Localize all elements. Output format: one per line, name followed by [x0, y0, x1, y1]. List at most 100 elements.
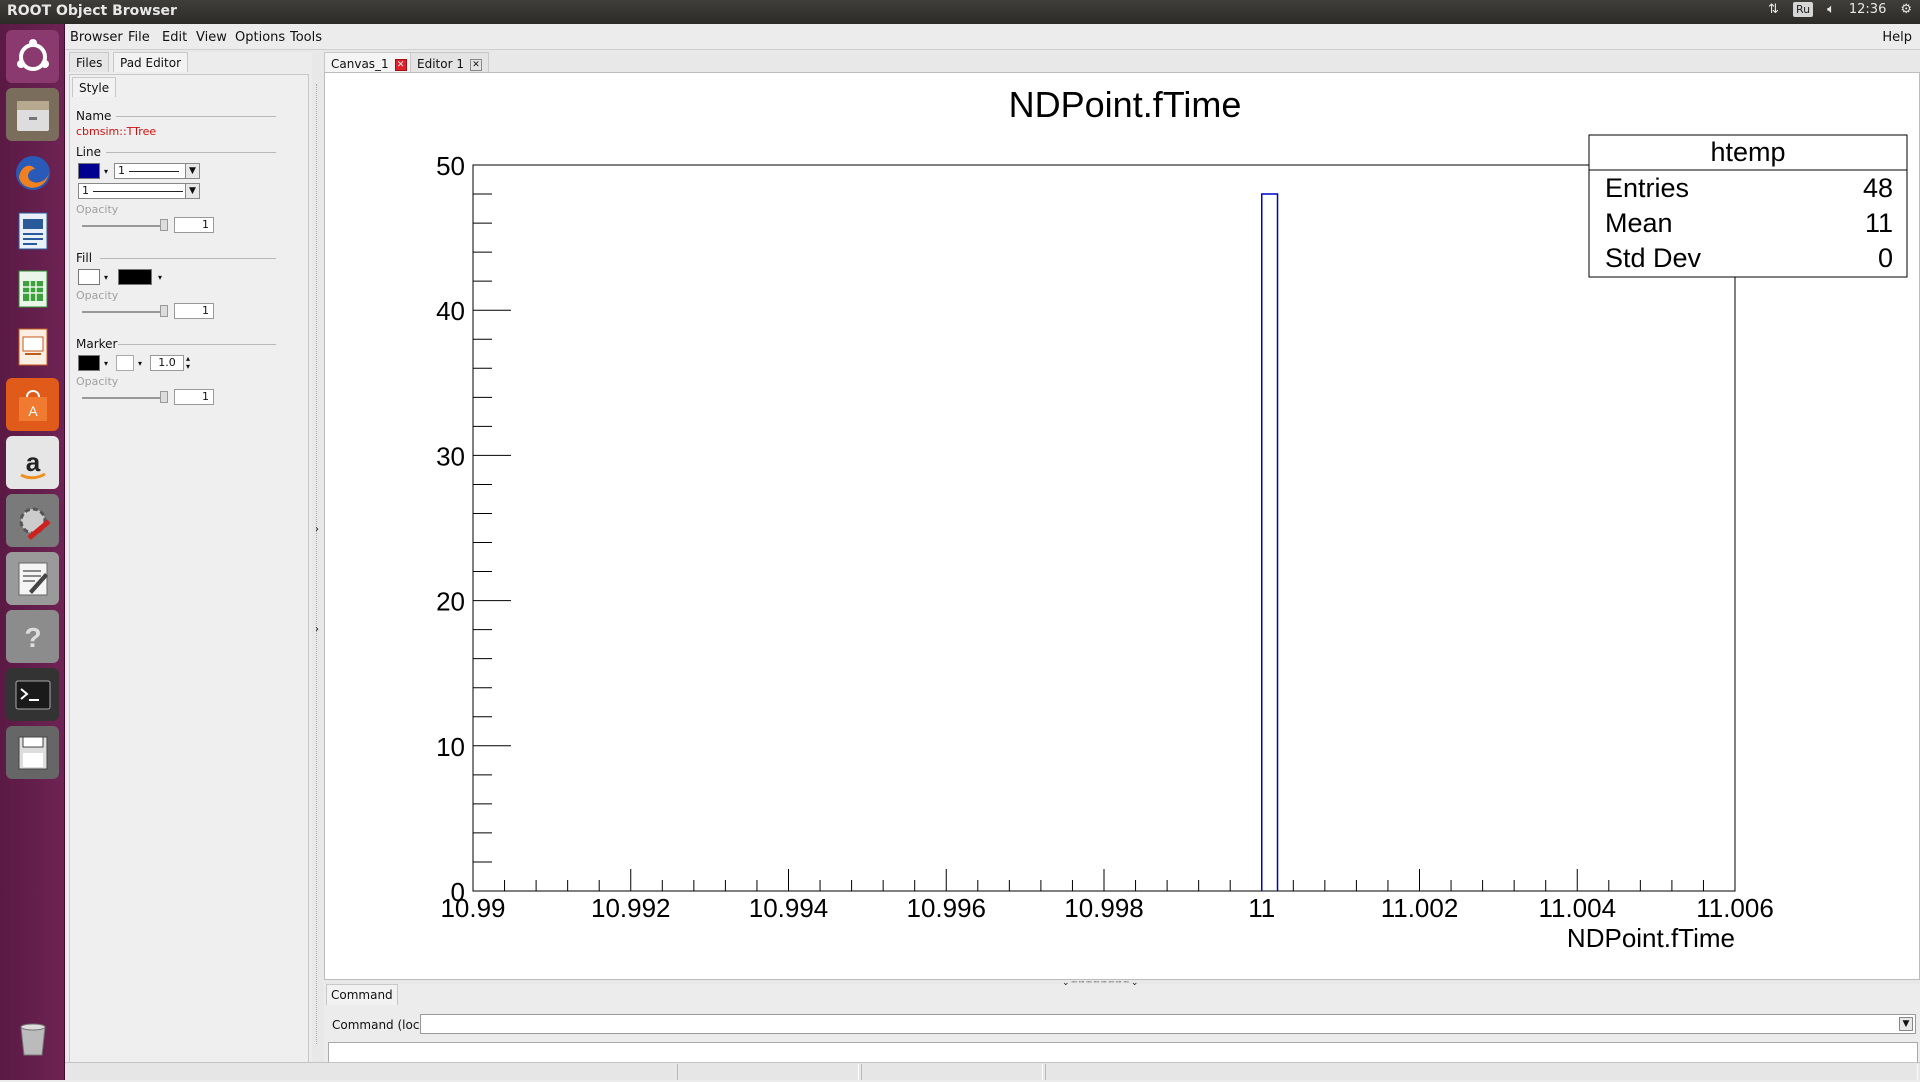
line-opacity-label: Opacity: [76, 203, 119, 216]
canvas-tabs: Canvas_1 ✕ Editor 1 ✕: [324, 52, 1920, 74]
x-tick-label: 10.996: [906, 893, 986, 923]
command-input[interactable]: ▼: [420, 1014, 1916, 1034]
marker-style-dropdown-icon[interactable]: ▾: [138, 359, 142, 368]
amazon-launcher[interactable]: a: [6, 436, 59, 489]
line-opacity-field[interactable]: 1: [174, 217, 214, 233]
spreadsheet-icon: [18, 270, 47, 307]
menu-file[interactable]: File: [128, 30, 150, 45]
menubar: Browser File Edit View Options Tools Hel…: [65, 24, 1920, 50]
histogram-plot[interactable]: NDPoint.fTime 0 10 20 30 40 50 10.99 10.992 10.99…: [325, 73, 1919, 979]
text-editor-icon: [18, 562, 48, 595]
chevron-down-icon[interactable]: ▼: [185, 164, 199, 178]
marker-color-swatch[interactable]: [78, 355, 100, 371]
impress-launcher[interactable]: [6, 320, 59, 373]
chevron-down-icon[interactable]: ▼: [1899, 1017, 1913, 1031]
marker-opacity-slider[interactable]: [82, 397, 164, 399]
software-center-launcher[interactable]: A: [6, 378, 59, 431]
tab-editor-1[interactable]: Editor 1 ✕: [410, 52, 489, 74]
system-tray: ⇅ Ru 🔈︎ 12:36 ⚙: [1768, 2, 1912, 17]
tab-files[interactable]: Files: [69, 52, 110, 72]
network-icon[interactable]: ⇅: [1768, 2, 1779, 17]
tab-style[interactable]: Style: [72, 77, 117, 97]
line-style-combo[interactable]: 1 ▼: [78, 183, 200, 199]
root-browser-window: Browser File Edit View Options Tools Hel…: [65, 24, 1920, 1082]
tab-canvas-1[interactable]: Canvas_1 ✕: [324, 52, 414, 74]
line-width-value: 1: [118, 164, 125, 177]
fill-pattern-swatch[interactable]: [118, 269, 152, 285]
status-cell: [677, 1064, 859, 1080]
stats-row-value: 48: [1863, 173, 1893, 203]
ubuntu-logo-icon: [16, 38, 49, 71]
menu-help[interactable]: Help: [1882, 30, 1912, 45]
line-width-combo[interactable]: 1 ▼: [114, 163, 200, 179]
chevron-right-icon[interactable]: ›: [315, 524, 319, 535]
line-opacity-slider[interactable]: [82, 225, 164, 227]
stats-row-value: 0: [1878, 243, 1893, 273]
amazon-icon: a: [19, 447, 46, 479]
files-launcher[interactable]: [6, 88, 59, 141]
fill-section-label: Fill: [76, 251, 93, 265]
marker-size-stepper[interactable]: ▴ ▾: [186, 355, 190, 371]
line-style-value: 1: [82, 184, 89, 197]
stats-row-label: Std Dev: [1605, 243, 1702, 273]
fill-color-dropdown-icon[interactable]: ▾: [104, 273, 108, 282]
menu-edit[interactable]: Edit: [162, 30, 187, 45]
close-icon[interactable]: ✕: [469, 58, 482, 71]
keyboard-layout-indicator[interactable]: Ru: [1792, 2, 1814, 17]
window-title: ROOT Object Browser: [7, 3, 177, 19]
marker-separator: [118, 344, 276, 345]
text-editor-launcher[interactable]: [6, 552, 59, 605]
menu-options[interactable]: Options: [235, 30, 285, 45]
fill-opacity-field[interactable]: 1: [174, 303, 214, 319]
calc-launcher[interactable]: [6, 262, 59, 315]
top-panel: ROOT Object Browser ⇅ Ru 🔈︎ 12:36 ⚙: [0, 0, 1920, 24]
vertical-splitter-handle[interactable]: ⌄┈┈┈┈┈┈┈┈⌄: [1062, 978, 1140, 988]
stats-name: htemp: [1710, 137, 1785, 167]
pad-editor: Style Name cbmsim::TTree Line ▾ 1 ▼ 1 ▼ …: [69, 74, 309, 1074]
dash-button[interactable]: [6, 30, 59, 83]
settings-launcher[interactable]: [6, 494, 59, 547]
marker-opacity-slider-handle[interactable]: [160, 391, 168, 403]
fill-color-swatch[interactable]: [78, 269, 100, 285]
firefox-launcher[interactable]: [6, 146, 59, 199]
trash-launcher[interactable]: [6, 1010, 59, 1063]
line-color-dropdown-icon[interactable]: ▾: [104, 167, 108, 176]
tab-command[interactable]: Command: [326, 984, 398, 1005]
fill-opacity-slider[interactable]: [82, 311, 164, 313]
line-color-swatch[interactable]: [78, 163, 100, 179]
status-cell: [861, 1064, 1043, 1080]
question-mark-icon: ?: [24, 622, 41, 653]
gear-icon[interactable]: ⚙: [1900, 2, 1912, 17]
marker-style-swatch[interactable]: [116, 355, 134, 371]
menu-tools[interactable]: Tools: [290, 30, 322, 45]
x-tick-label: 10.998: [1064, 893, 1144, 923]
file-cabinet-icon: [16, 100, 49, 131]
fill-separator: [100, 258, 276, 259]
fill-pattern-dropdown-icon[interactable]: ▾: [158, 273, 162, 282]
marker-size-field[interactable]: 1.0: [150, 355, 184, 371]
marker-opacity-field[interactable]: 1: [174, 389, 214, 405]
stats-row-label: Entries: [1605, 173, 1689, 203]
chevron-right-icon[interactable]: ›: [315, 624, 319, 635]
volume-icon[interactable]: 🔈︎: [1827, 2, 1835, 17]
panel-splitter[interactable]: › ›: [315, 84, 322, 1044]
save-launcher[interactable]: [6, 726, 59, 779]
x-tick-label: 11.006: [1696, 893, 1774, 923]
writer-launcher[interactable]: [6, 204, 59, 257]
menu-view[interactable]: View: [196, 30, 227, 45]
close-icon[interactable]: ✕: [394, 58, 407, 71]
x-tick-label: 11: [1248, 893, 1275, 923]
fill-opacity-slider-handle[interactable]: [160, 305, 168, 317]
chevron-down-icon[interactable]: ▼: [185, 184, 199, 198]
line-opacity-slider-handle[interactable]: [160, 219, 168, 231]
svg-text:?: ?: [24, 622, 41, 653]
marker-color-dropdown-icon[interactable]: ▾: [104, 359, 108, 368]
menu-browser[interactable]: Browser: [70, 30, 123, 45]
clock[interactable]: 12:36: [1849, 2, 1886, 17]
root-canvas[interactable]: NDPoint.fTime 0 10 20 30 40 50 10.99 10.992 10.99…: [324, 72, 1920, 980]
y-tick-label: 40: [436, 296, 465, 326]
stats-row-label: Mean: [1605, 208, 1673, 238]
help-launcher[interactable]: ?: [6, 610, 59, 663]
tab-pad-editor[interactable]: Pad Editor: [113, 52, 188, 72]
terminal-launcher[interactable]: [6, 668, 59, 721]
